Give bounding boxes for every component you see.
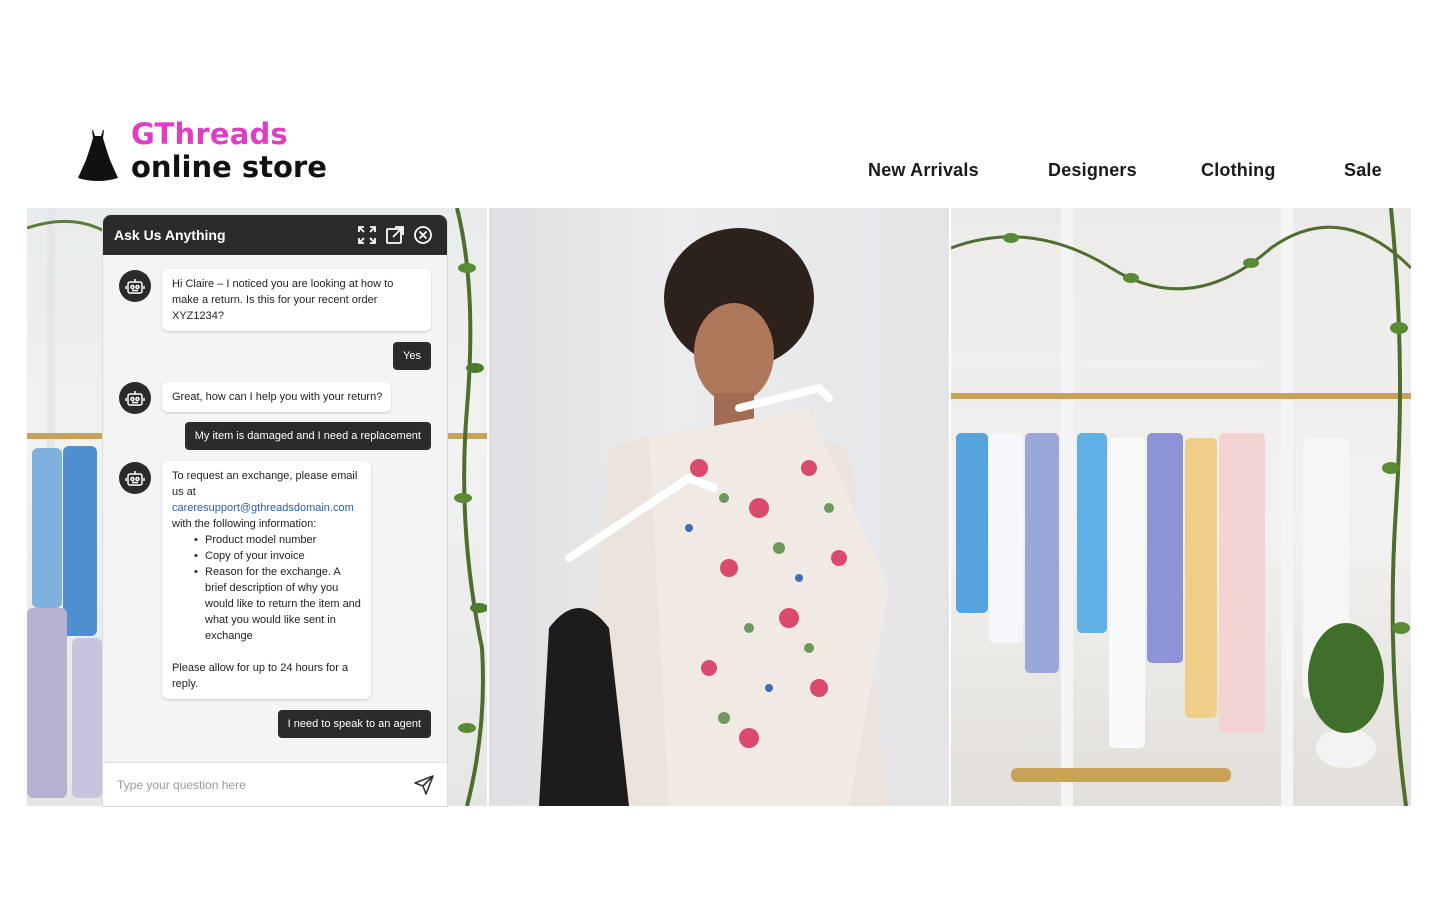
woman-dress-illustration: [539, 228, 889, 806]
nav-sale[interactable]: Sale: [1344, 160, 1382, 181]
chat-question-input[interactable]: [117, 774, 397, 796]
list-item: Reason for the exchange. A brief descrip…: [194, 564, 361, 644]
user-message: I need to speak to an agent: [277, 710, 431, 738]
user-message: Yes: [393, 342, 431, 370]
list-item: Copy of your invoice: [194, 548, 361, 564]
popout-icon[interactable]: [385, 225, 405, 245]
send-icon[interactable]: [413, 774, 435, 796]
support-email-link[interactable]: careresupport@gthreadsdomain.com: [172, 502, 354, 514]
close-icon[interactable]: [413, 225, 433, 245]
expand-icon[interactable]: [357, 225, 377, 245]
nav-designers[interactable]: Designers: [1048, 160, 1137, 181]
user-message: My item is damaged and I need a replacem…: [184, 422, 431, 450]
chat-input-area: [103, 762, 447, 806]
nav-clothing[interactable]: Clothing: [1201, 160, 1276, 181]
exchange-intro: To request an exchange, please email us …: [172, 470, 358, 498]
woman-holding-dress-photo: [489, 208, 949, 806]
robot-icon: [119, 462, 151, 494]
bot-message: Great, how can I help you with your retu…: [162, 382, 391, 412]
chat-title: Ask Us Anything: [114, 227, 226, 243]
chat-widget: Ask Us Anything Hi Claire – I noticed yo…: [103, 215, 447, 806]
exchange-lead: with the following information:: [172, 518, 317, 530]
boutique-illustration: [951, 208, 1411, 806]
bot-message: Hi Claire – I noticed you are looking at…: [162, 269, 431, 331]
exchange-info-list: Product model number Copy of your invoic…: [172, 532, 361, 644]
main-nav: New Arrivals Designers Clothing Sale: [0, 160, 1440, 184]
list-item: Product model number: [194, 532, 361, 548]
robot-icon: [119, 270, 151, 302]
bot-message-exchange-info: To request an exchange, please email us …: [162, 461, 371, 699]
robot-icon: [119, 382, 151, 414]
boutique-interior-photo: [951, 208, 1411, 806]
chat-header: Ask Us Anything: [103, 215, 447, 255]
brand-name: GThreads: [131, 117, 288, 151]
exchange-footer: Please allow for up to 24 hours for a re…: [172, 662, 349, 690]
nav-new-arrivals[interactable]: New Arrivals: [868, 160, 979, 181]
